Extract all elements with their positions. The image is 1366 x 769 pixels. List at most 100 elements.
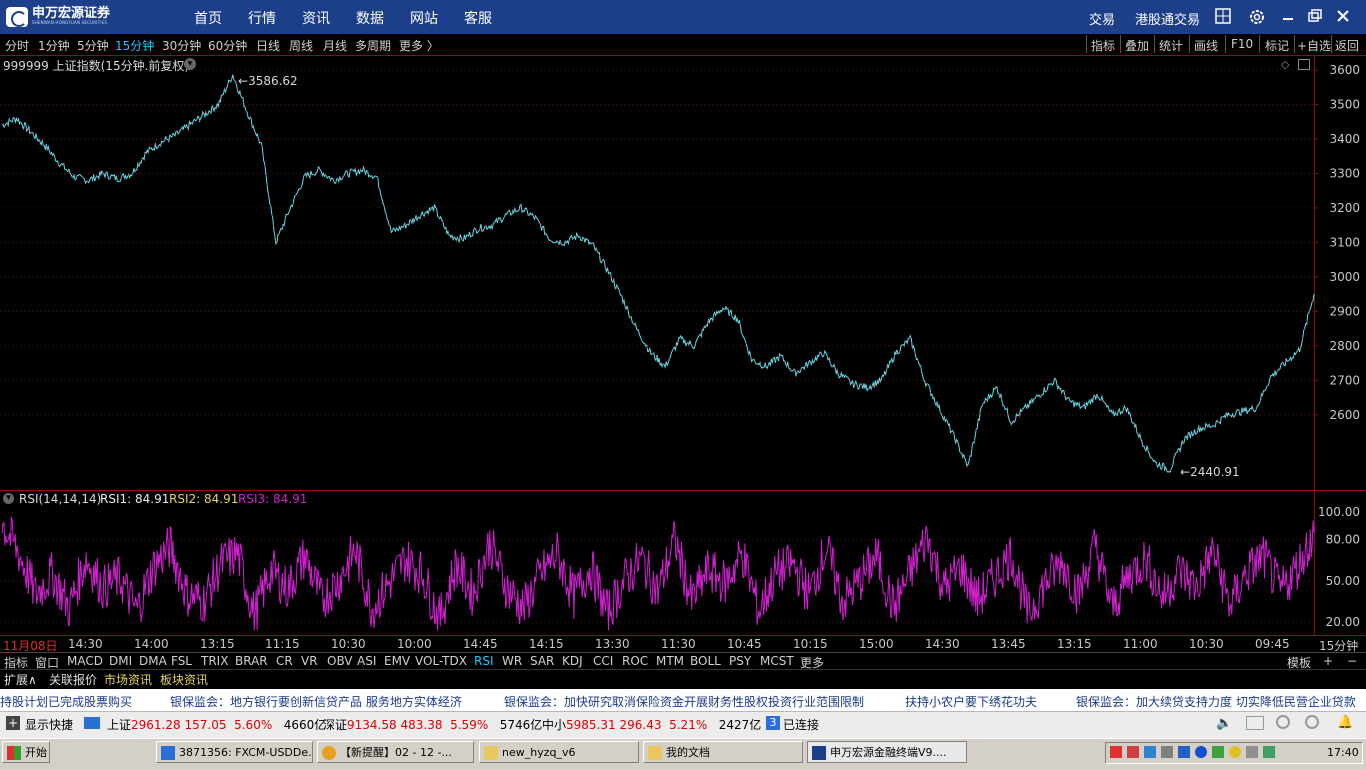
tray-icon[interactable]	[1229, 746, 1241, 758]
app-icon	[812, 746, 826, 760]
tray-icon[interactable]	[1212, 746, 1224, 758]
period-tab[interactable]: 日线	[256, 37, 280, 54]
nav-site[interactable]: 网站	[410, 8, 438, 28]
period-tab-active[interactable]: 15分钟	[115, 37, 154, 54]
tool-f10[interactable]: F10	[1231, 37, 1253, 51]
rsi3-value: RSI3: 84.91	[238, 492, 308, 506]
close-icon[interactable]	[1334, 8, 1352, 26]
ind-tab[interactable]: EMV	[384, 654, 410, 668]
nav-data[interactable]: 数据	[356, 8, 384, 28]
ind-tab[interactable]: ROC	[622, 654, 648, 668]
shortcut-toggle[interactable]: 显示快捷	[25, 716, 73, 733]
tool-back[interactable]: 返回	[1335, 37, 1359, 54]
tray-icon[interactable]	[1161, 746, 1173, 758]
expand-tab[interactable]: 扩展∧	[4, 671, 37, 688]
ticker-item[interactable]: 银保监会：加快研究取消保险资金开展财务性股权投资行业范围限制	[504, 693, 864, 710]
minimize-icon[interactable]	[1279, 8, 1297, 26]
grid-layout-icon[interactable]	[1214, 8, 1232, 26]
tray-icon[interactable]	[1178, 746, 1190, 758]
ind-tab[interactable]: MACD	[67, 654, 103, 668]
period-tab[interactable]: 分时	[5, 37, 29, 54]
tool-draw[interactable]: 画线	[1194, 37, 1218, 54]
period-tab-more[interactable]: 更多 〉	[399, 37, 439, 54]
related-quotes-tab[interactable]: 关联报价	[49, 671, 97, 688]
restore-icon[interactable]	[1306, 8, 1324, 26]
market-news-tab[interactable]: 市场资讯	[104, 671, 152, 688]
period-tab[interactable]: 30分钟	[162, 37, 201, 54]
add-panel-button[interactable]: +	[1323, 654, 1333, 668]
period-tab[interactable]: 5分钟	[77, 37, 109, 54]
period-tab[interactable]: 60分钟	[208, 37, 247, 54]
index-sh[interactable]: 上证2961.28 157.05 5.60% 4660亿	[107, 716, 326, 733]
refresh-icon[interactable]	[1305, 715, 1319, 729]
ind-tab[interactable]: FSL	[171, 654, 192, 668]
nav-news[interactable]: 资讯	[302, 8, 330, 28]
keyboard-icon[interactable]	[1246, 716, 1264, 730]
ind-tab[interactable]: DMA	[139, 654, 167, 668]
settings-gear-icon[interactable]	[1248, 8, 1266, 26]
tray-icon[interactable]	[1110, 746, 1122, 758]
ticker-item[interactable]: 银保监会：地方银行要创新信贷产品 服务地方实体经济	[170, 693, 462, 710]
ind-tab[interactable]: BOLL	[690, 654, 721, 668]
ind-tab[interactable]: ASI	[357, 654, 376, 668]
start-button[interactable]: 开始	[2, 741, 50, 763]
windows-icon	[7, 746, 21, 760]
hk-connect-trade-link[interactable]: 港股通交易	[1135, 9, 1200, 28]
ticker-item[interactable]: 银保监会：加大续贷支持力度 切实降低民营企业贷款	[1076, 693, 1356, 710]
nav-home[interactable]: 首页	[194, 8, 222, 28]
ind-tab[interactable]: OBV	[327, 654, 353, 668]
bluetooth-icon[interactable]	[1195, 746, 1207, 758]
tool-indicator[interactable]: 指标	[1091, 37, 1115, 54]
sector-news-tab[interactable]: 板块资讯	[160, 671, 208, 688]
tool-stats[interactable]: 统计	[1159, 37, 1183, 54]
ind-tab[interactable]: MTM	[656, 654, 684, 668]
nav-service[interactable]: 客服	[464, 8, 492, 28]
tool-overlay[interactable]: 叠加	[1125, 37, 1149, 54]
period-tab[interactable]: 周线	[289, 37, 313, 54]
task-fxcm[interactable]: 3871356: FXCM-USDDe...	[156, 741, 313, 763]
chevron-down-icon[interactable]: ▾	[184, 58, 196, 70]
time-label: 14:30	[68, 637, 103, 651]
record-icon[interactable]	[1276, 715, 1290, 729]
task-shenwan-terminal[interactable]: 申万宏源金融终端V9....	[807, 741, 967, 763]
index-zx[interactable]: 中小5985.31 296.43 5.21% 2427亿	[542, 716, 761, 733]
ind-tab-active[interactable]: RSI	[474, 654, 494, 668]
task-my-docs[interactable]: 我的文档	[643, 741, 803, 763]
ind-tab[interactable]: SAR	[530, 654, 554, 668]
period-tab[interactable]: 月线	[323, 37, 347, 54]
tray-icon[interactable]	[1263, 746, 1275, 758]
period-tab[interactable]: 1分钟	[38, 37, 70, 54]
chart-canvas[interactable]: 3600 3500 3400 3300 3200 3100 3000 2900 2800 2700…	[0, 56, 1366, 636]
index-sz[interactable]: 深证9134.58 483.38 5.59% 5746亿	[323, 716, 542, 733]
ind-tab[interactable]: MCST	[760, 654, 794, 668]
panel-toggle-icon[interactable]	[1298, 59, 1310, 70]
ticker-item[interactable]: 扶持小农户要下绣花功夫	[905, 693, 1037, 710]
tool-mark[interactable]: 标记	[1265, 37, 1289, 54]
bell-icon[interactable]: 🔔	[1337, 715, 1353, 730]
remove-panel-button[interactable]: −	[1347, 654, 1357, 668]
plus-icon[interactable]: +	[6, 716, 20, 730]
task-folder[interactable]: new_hyzq_v6	[479, 741, 639, 763]
task-reminder[interactable]: 【新提醒】02 - 12 -...	[317, 741, 474, 763]
diamond-icon[interactable]: ◇	[1281, 58, 1289, 71]
trade-link[interactable]: 交易	[1089, 9, 1115, 28]
ind-tab[interactable]: TRIX	[201, 654, 228, 668]
ind-tab[interactable]: KDJ	[562, 654, 583, 668]
ind-tab[interactable]: PSY	[729, 654, 751, 668]
tool-add-watchlist[interactable]: +自选	[1297, 37, 1331, 54]
ind-tab[interactable]: DMI	[109, 654, 132, 668]
rsi-menu-chevron-icon[interactable]: ▾	[3, 493, 14, 504]
tray-icon[interactable]	[1144, 746, 1156, 758]
ind-tab[interactable]: WR	[502, 654, 522, 668]
tray-icon[interactable]	[1246, 746, 1258, 758]
ticker-item[interactable]: 持股计划已完成股票购买	[0, 693, 132, 710]
tray-icon[interactable]	[1127, 746, 1139, 758]
ind-tab[interactable]: VOL-TDX	[415, 654, 467, 668]
speaker-icon[interactable]: 🔈	[1216, 716, 1232, 731]
ind-tab[interactable]: BRAR	[235, 654, 268, 668]
period-tab[interactable]: 多周期	[355, 37, 391, 54]
ind-tab[interactable]: CCI	[593, 654, 613, 668]
ind-tab[interactable]: VR	[301, 654, 318, 668]
nav-quotes[interactable]: 行情	[248, 8, 276, 28]
ind-tab[interactable]: CR	[276, 654, 293, 668]
